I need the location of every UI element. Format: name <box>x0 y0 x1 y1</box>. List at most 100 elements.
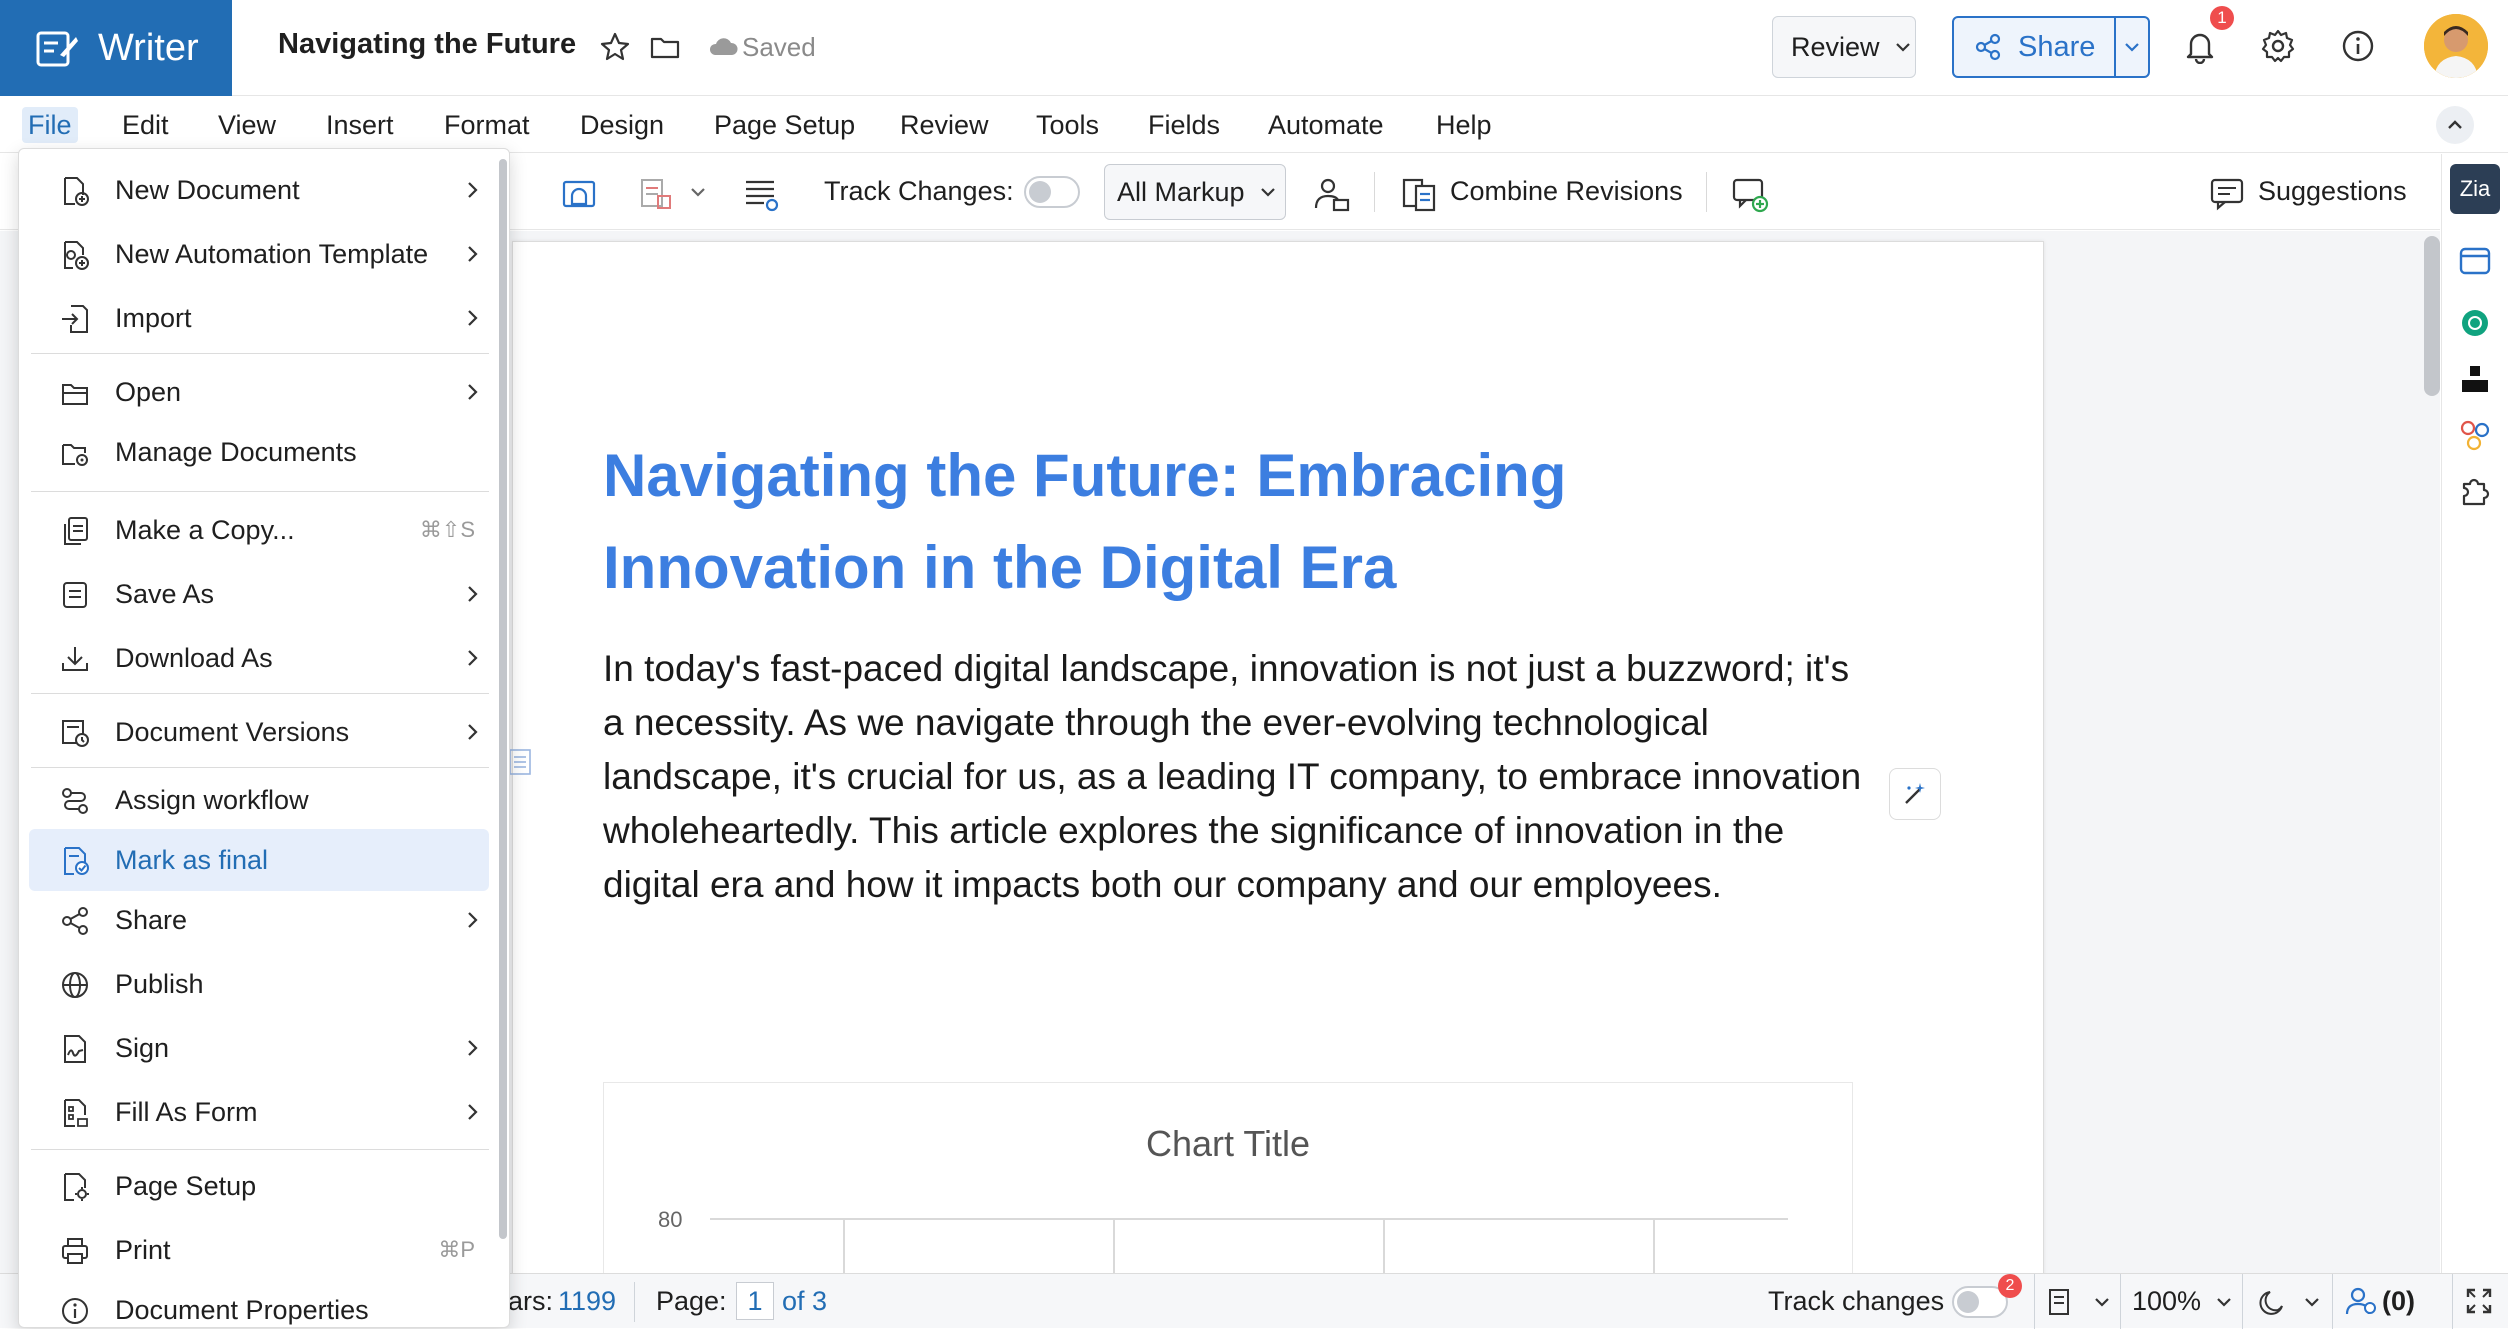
menu-automate[interactable]: Automate <box>1262 107 1390 143</box>
folder-icon[interactable] <box>648 30 682 64</box>
paragraph-marker-icon[interactable] <box>506 747 536 777</box>
vertical-scrollbar[interactable] <box>2424 236 2440 396</box>
file-menu-import[interactable]: Import <box>29 287 489 349</box>
share-dropdown-button[interactable] <box>2114 18 2148 76</box>
file-menu-download-as[interactable]: Download As <box>29 627 489 689</box>
combine-revisions-icon[interactable] <box>1400 174 1440 214</box>
document-page[interactable]: Navigating the Future: Embracing Innovat… <box>512 241 2044 1303</box>
chevron-right-icon <box>468 650 478 666</box>
file-menu-new-document[interactable]: New Document <box>29 159 489 221</box>
puzzle-icon[interactable] <box>2456 472 2494 510</box>
zoom-level[interactable]: 100% <box>2132 1286 2201 1317</box>
share-main[interactable]: Share <box>1954 31 2114 64</box>
menu-view[interactable]: View <box>212 107 282 143</box>
menu-format[interactable]: Format <box>438 107 536 143</box>
chart-gridlines <box>710 1218 1788 1303</box>
file-menu-assign-workflow[interactable]: Assign workflow <box>29 769 489 831</box>
file-menu-publish[interactable]: Publish <box>29 953 489 1015</box>
menu-edit[interactable]: Edit <box>116 107 175 143</box>
copy-icon <box>64 517 88 545</box>
menu-file[interactable]: File <box>22 107 78 143</box>
menu-divider <box>31 353 489 354</box>
ai-assist-button[interactable] <box>1889 768 1941 820</box>
file-menu-open[interactable]: Open <box>29 361 489 423</box>
print-icon <box>62 1238 88 1264</box>
menu-help[interactable]: Help <box>1430 107 1498 143</box>
chevron-down-icon[interactable] <box>2302 1292 2322 1312</box>
reviewer-notify-icon[interactable] <box>560 174 600 214</box>
menu-scrollbar[interactable] <box>499 159 507 1239</box>
chatgpt-icon[interactable] <box>2456 304 2494 342</box>
moon-icon[interactable] <box>2256 1286 2288 1318</box>
chart-container[interactable]: Chart Title 80 <box>603 1082 1853 1303</box>
file-menu-sign[interactable]: Sign <box>29 1017 489 1079</box>
chevron-down-icon <box>1895 43 1910 52</box>
collapse-toolbar-button[interactable] <box>2436 106 2474 144</box>
file-menu-make-a-copy[interactable]: Make a Copy... ⌘⇧S <box>29 499 489 561</box>
extension-icon[interactable] <box>2456 360 2494 398</box>
file-menu-page-setup[interactable]: Page Setup <box>29 1155 489 1217</box>
add-comment-icon[interactable] <box>1730 174 1770 214</box>
zia-assistant-icon[interactable]: Zia <box>2450 164 2500 214</box>
chevron-down-icon <box>2125 43 2139 52</box>
status-divider <box>2332 1274 2333 1329</box>
menu-page-setup[interactable]: Page Setup <box>708 107 861 143</box>
menu-review[interactable]: Review <box>894 107 995 143</box>
fullscreen-icon[interactable] <box>2464 1286 2494 1316</box>
review-button[interactable]: Review <box>1772 16 1916 78</box>
page-setup-icon <box>64 1173 89 1201</box>
menu-tools[interactable]: Tools <box>1030 107 1105 143</box>
review-button-label: Review <box>1791 31 1880 62</box>
document-paragraph[interactable]: In today's fast-paced digital landscape,… <box>603 642 1863 912</box>
collaborators-icon[interactable] <box>2344 1284 2378 1318</box>
file-menu-print[interactable]: Print ⌘P <box>29 1219 489 1281</box>
combine-revisions-label[interactable]: Combine Revisions <box>1450 176 1683 207</box>
integrations-icon[interactable] <box>2456 416 2494 454</box>
app-brand[interactable]: Writer <box>0 0 232 96</box>
menu-item-label: Page Setup <box>115 1170 257 1201</box>
file-menu-manage-documents[interactable]: Manage Documents <box>29 421 489 483</box>
file-menu-document-versions[interactable]: Document Versions <box>29 701 489 763</box>
file-menu-mark-as-final[interactable]: Mark as final <box>29 829 489 891</box>
notification-badge: 1 <box>2210 6 2234 30</box>
chevron-down-icon[interactable] <box>2092 1292 2112 1312</box>
suggestions-icon[interactable] <box>2208 174 2248 214</box>
chevron-down-icon[interactable] <box>688 182 708 202</box>
file-menu-fill-as-form[interactable]: Fill As Form <box>29 1081 489 1143</box>
document-heading[interactable]: Navigating the Future: Embracing Innovat… <box>603 430 1703 614</box>
menu-insert[interactable]: Insert <box>320 107 400 143</box>
file-menu-dropdown: New Document New Automation Template Imp… <box>18 148 510 1328</box>
file-menu-share[interactable]: Share <box>29 889 489 951</box>
chevron-down-icon[interactable] <box>2214 1292 2234 1312</box>
menu-item-label: Share <box>115 904 188 935</box>
status-divider <box>2034 1274 2035 1329</box>
track-changes-toggle[interactable] <box>1024 176 1080 208</box>
accept-changes-icon[interactable] <box>636 174 676 214</box>
gear-icon[interactable] <box>2260 28 2296 64</box>
page-number-input[interactable]: 1 <box>736 1282 774 1320</box>
show-changes-icon[interactable] <box>742 174 782 214</box>
character-count-value[interactable]: 1199 <box>558 1286 616 1317</box>
file-menu-document-properties[interactable]: Document Properties <box>29 1279 489 1327</box>
status-divider <box>634 1282 635 1322</box>
bell-icon[interactable] <box>2182 28 2218 64</box>
file-menu-save-as[interactable]: Save As <box>29 563 489 625</box>
menu-item-label: Assign workflow <box>115 784 309 815</box>
menu-design[interactable]: Design <box>574 107 670 143</box>
markup-select[interactable]: All Markup <box>1104 164 1286 220</box>
avatar[interactable] <box>2424 14 2488 78</box>
info-icon[interactable] <box>2340 28 2376 64</box>
suggestions-label[interactable]: Suggestions <box>2258 176 2407 207</box>
collaborator-count[interactable]: (0) <box>2382 1286 2415 1317</box>
menu-item-label: Download As <box>115 642 273 673</box>
share-button[interactable]: Share <box>1952 16 2150 78</box>
menu-fields[interactable]: Fields <box>1142 107 1226 143</box>
page-total[interactable]: of 3 <box>782 1286 827 1317</box>
reviewers-icon[interactable] <box>1312 174 1352 214</box>
page-layout-icon[interactable] <box>2044 1286 2076 1318</box>
star-icon[interactable] <box>598 30 632 64</box>
file-menu-new-automation-template[interactable]: New Automation Template <box>29 223 489 285</box>
app-panel-icon[interactable] <box>2456 242 2494 280</box>
menu-item-shortcut: ⌘P <box>438 1237 475 1262</box>
document-title[interactable]: Navigating the Future <box>278 28 576 61</box>
